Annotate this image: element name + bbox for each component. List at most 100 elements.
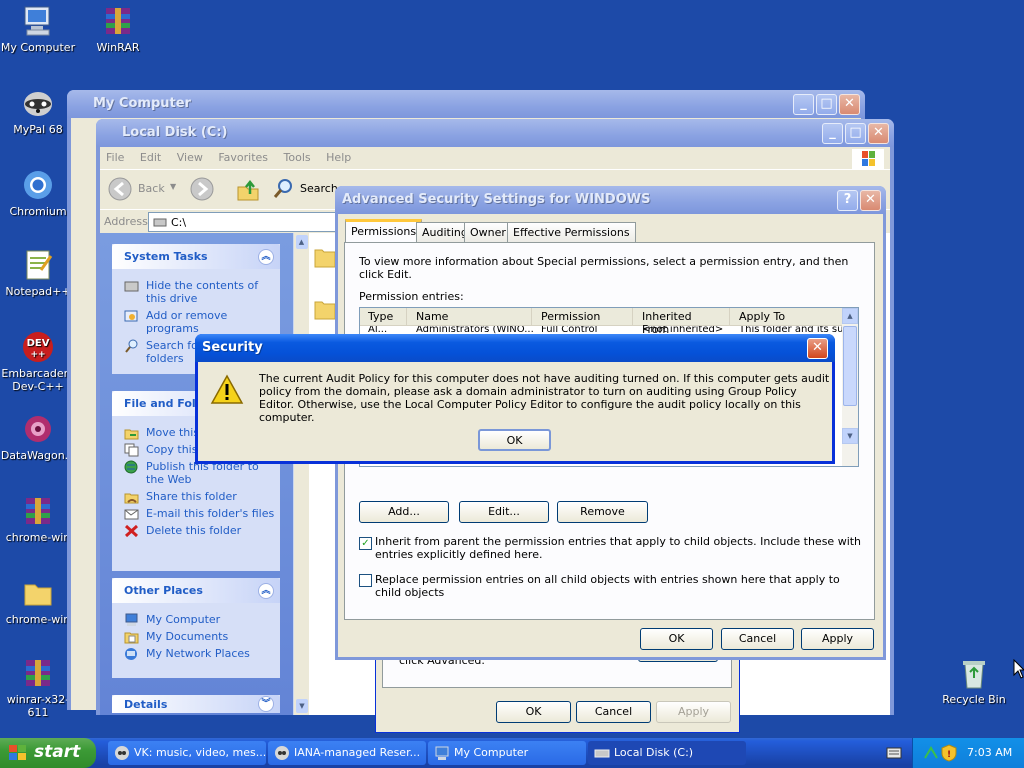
menu-tools[interactable]: Tools <box>278 147 317 168</box>
desktop-icon-winrar[interactable]: WinRAR <box>80 4 156 54</box>
place-my-computer[interactable]: My Computer <box>112 611 280 628</box>
my-computer-titlebar[interactable]: My Computer <box>67 90 865 118</box>
panel-header[interactable]: System Tasks ︽ <box>112 244 280 269</box>
cancel-button[interactable]: Cancel <box>576 701 651 723</box>
menu-help[interactable]: Help <box>320 147 357 168</box>
tab-label: Effective Permissions <box>513 226 630 239</box>
security-shield-icon[interactable]: ! <box>941 744 957 765</box>
back-dropdown-icon[interactable]: ▼ <box>170 182 176 191</box>
taskbar-item-vk[interactable]: VK: music, video, mes... <box>108 741 266 765</box>
minimize-button[interactable]: _ <box>822 123 843 144</box>
apply-button[interactable]: Apply <box>656 701 731 723</box>
maximize-button[interactable]: □ <box>816 94 837 115</box>
menu-edit[interactable]: Edit <box>134 147 167 168</box>
forward-button[interactable] <box>190 177 214 204</box>
svg-text:!: ! <box>947 750 951 760</box>
menu-favorites[interactable]: Favorites <box>212 147 274 168</box>
panel-header[interactable]: Other Places ︽ <box>112 578 280 603</box>
help-button[interactable]: ? <box>837 190 858 211</box>
apply-button[interactable]: Apply <box>801 628 874 650</box>
network-icon <box>124 647 139 661</box>
desktop-icon-winrar-installer[interactable]: winrar-x32-611 <box>0 656 76 719</box>
scroll-down-icon[interactable]: ▼ <box>296 699 308 713</box>
tab-effective-permissions[interactable]: Effective Permissions <box>507 222 636 242</box>
desktop-icon-notepadpp[interactable]: Notepad++ <box>0 248 76 298</box>
folder-icon[interactable] <box>313 297 337 321</box>
task-hide-drive-contents[interactable]: Hide the contents of this drive <box>112 277 280 307</box>
local-disk-titlebar[interactable]: Local Disk (C:) <box>96 119 894 147</box>
advanced-titlebar[interactable]: Advanced Security Settings for WINDOWS <box>335 186 886 214</box>
desktop-icon-chrome-win-folder[interactable]: chrome-win <box>0 576 76 626</box>
scroll-down-icon[interactable]: ▼ <box>842 428 858 444</box>
task-share-folder[interactable]: Share this folder <box>112 488 280 505</box>
folder-icon[interactable] <box>313 245 337 269</box>
panel-title: Other Places <box>124 584 203 597</box>
desktop-icon-devcpp[interactable]: DEV ++ Embarcadero Dev-C++ <box>0 330 76 393</box>
close-button[interactable]: ✕ <box>868 123 889 144</box>
maximize-button[interactable]: □ <box>845 123 866 144</box>
replace-checkbox[interactable] <box>359 574 372 587</box>
minimize-button[interactable]: _ <box>793 94 814 115</box>
taskbar-item-my-computer[interactable]: My Computer <box>428 741 586 765</box>
desktop-icon-my-computer[interactable]: My Computer <box>0 4 76 54</box>
start-button[interactable]: start <box>0 738 96 768</box>
replace-checkbox-row[interactable]: Replace permission entries on all child … <box>359 573 865 599</box>
delete-icon <box>124 524 139 538</box>
back-button[interactable]: Back <box>108 177 165 204</box>
security-message-dialog[interactable]: Security ✕ The current Audit Policy for … <box>195 334 835 464</box>
remove-button[interactable]: Remove <box>557 501 648 523</box>
dialog-titlebar[interactable]: Security <box>195 334 835 362</box>
panel-header[interactable]: Details ︾ <box>112 695 280 713</box>
desktop-icon-recycle-bin[interactable]: Recycle Bin <box>936 656 1012 706</box>
taskbar-item-iana[interactable]: IANA-managed Reser... <box>268 741 426 765</box>
tab-owner[interactable]: Owner <box>464 222 512 242</box>
ok-button[interactable]: OK <box>478 429 551 451</box>
close-button[interactable]: ✕ <box>860 190 881 211</box>
clock[interactable]: 7:03 AM <box>967 746 1012 759</box>
add-button[interactable]: Add... <box>359 501 449 523</box>
ok-button[interactable]: OK <box>496 701 571 723</box>
inherit-checkbox[interactable]: ✓ <box>359 537 372 550</box>
desktop-icon-mypal[interactable]: MyPal 68 <box>0 86 76 136</box>
inherit-label: Inherit from parent the permission entri… <box>375 535 862 561</box>
collapse-icon[interactable]: ︽ <box>258 249 274 265</box>
desktop-icon-label: chrome-win <box>5 531 71 544</box>
desktop-icon-chromium[interactable]: Chromium <box>0 168 76 218</box>
up-folder-button[interactable] <box>236 178 260 205</box>
inherit-checkbox-row[interactable]: ✓ Inherit from parent the permission ent… <box>359 535 865 561</box>
scroll-up-icon[interactable]: ▲ <box>295 235 308 249</box>
menu-file[interactable]: File <box>100 147 130 168</box>
keyboard-icon[interactable] <box>886 747 902 762</box>
task-add-remove-programs[interactable]: Add or remove programs <box>112 307 280 337</box>
column-permission[interactable]: Permission <box>533 308 633 326</box>
column-apply-to[interactable]: Apply To <box>731 308 844 326</box>
tab-permissions[interactable]: Permissions <box>345 219 423 243</box>
close-button[interactable]: ✕ <box>807 338 828 359</box>
desktop-icon-label: winrar-x32-611 <box>6 693 70 719</box>
ok-button[interactable]: OK <box>640 628 713 650</box>
desktop-icon-datawagon[interactable]: DataWagon... <box>0 412 76 462</box>
expand-icon[interactable]: ︾ <box>258 696 274 712</box>
edit-button[interactable]: Edit... <box>459 501 549 523</box>
list-scrollbar[interactable]: ▲ ▼ <box>842 308 858 466</box>
collapse-icon[interactable]: ︽ <box>258 583 274 599</box>
column-type[interactable]: Type <box>360 308 407 326</box>
place-my-network-places[interactable]: My Network Places <box>112 645 280 662</box>
column-inherited-from[interactable]: Inherited From <box>634 308 730 336</box>
desktop-icon-label: MyPal 68 <box>13 123 63 136</box>
desktop-icon-chrome-win-archive[interactable]: chrome-win <box>0 494 76 544</box>
close-button[interactable]: ✕ <box>839 94 860 115</box>
search-button[interactable]: Search <box>272 178 342 203</box>
scroll-up-icon[interactable]: ▲ <box>842 308 858 324</box>
task-delete-folder[interactable]: Delete this folder <box>112 522 280 539</box>
table-row[interactable]: Al... Administrators (WINO... Full Contr… <box>360 326 842 334</box>
menu-view[interactable]: View <box>171 147 209 168</box>
column-name[interactable]: Name <box>408 308 532 326</box>
task-email-files[interactable]: E-mail this folder's files <box>112 505 280 522</box>
task-pane-scrollbar[interactable]: ▲ ▼ <box>293 233 309 715</box>
network-tray-icon[interactable] <box>923 745 939 764</box>
cancel-button[interactable]: Cancel <box>721 628 794 650</box>
taskbar-item-local-disk[interactable]: Local Disk (C:) <box>588 741 746 765</box>
place-my-documents[interactable]: My Documents <box>112 628 280 645</box>
scroll-thumb[interactable] <box>843 326 857 406</box>
